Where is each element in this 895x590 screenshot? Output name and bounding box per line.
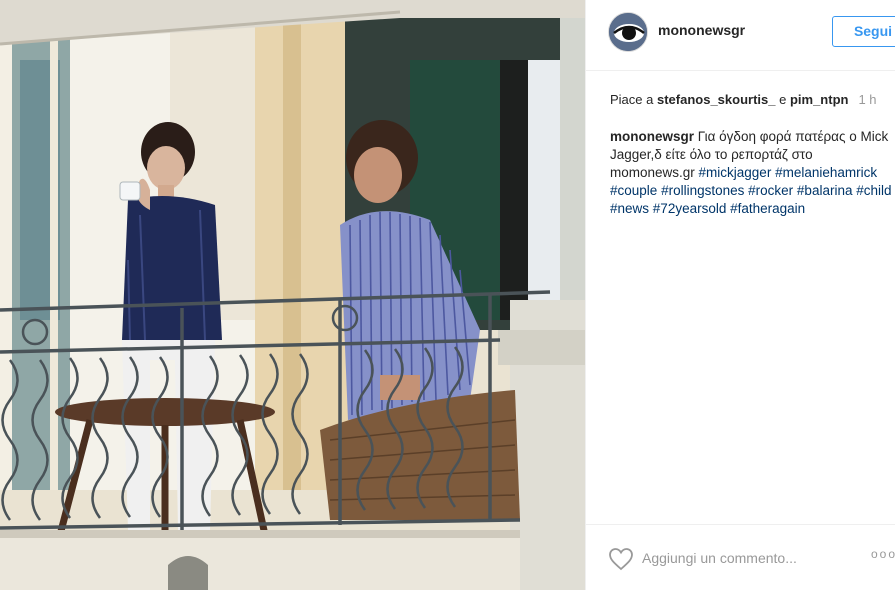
comment-input[interactable] xyxy=(642,548,842,568)
eye-logo-icon xyxy=(609,13,647,51)
post-photo[interactable] xyxy=(0,0,585,590)
balcony-photo xyxy=(0,0,585,590)
hashtag-link[interactable]: #child xyxy=(856,183,891,198)
hashtag-link[interactable]: #melaniehamrick xyxy=(775,165,877,180)
liker-link-1[interactable]: stefanos_skourtis_ xyxy=(657,92,776,107)
caption-author-link[interactable]: mononewsgr xyxy=(610,129,694,144)
hashtag-link[interactable]: #couple xyxy=(610,183,657,198)
liker-link-2[interactable]: pim_ntpn xyxy=(790,92,849,107)
post-header: mononewsgr Segui xyxy=(586,0,895,71)
avatar[interactable] xyxy=(608,12,648,52)
hashtag-link[interactable]: #rocker xyxy=(748,183,793,198)
post-side-panel: mononewsgr Segui Piace a stefanos_skourt… xyxy=(585,0,895,590)
likes-conjunction: e xyxy=(775,92,790,107)
hashtag-link[interactable]: #news xyxy=(610,201,649,216)
follow-button[interactable]: Segui xyxy=(832,16,895,47)
hashtag-link[interactable]: #72yearsold xyxy=(653,201,727,216)
more-options-icon[interactable]: ooo xyxy=(871,547,895,561)
heart-outline-icon[interactable] xyxy=(608,547,634,571)
hashtag-link[interactable]: #fatheragain xyxy=(730,201,805,216)
hashtag-link[interactable]: #mickjagger xyxy=(699,165,772,180)
hashtag-link[interactable]: #balarina xyxy=(797,183,853,198)
username-link[interactable]: mononewsgr xyxy=(658,22,745,38)
likes-line: Piace a stefanos_skourtis_ e pim_ntpn 1 h xyxy=(610,92,895,107)
timestamp[interactable]: 1 h xyxy=(858,92,876,107)
post-caption: mononewsgr Για όγδοη φορά πατέρας ο Mick… xyxy=(610,128,892,218)
likes-prefix: Piace a xyxy=(610,92,657,107)
hashtag-link[interactable]: #rollingstones xyxy=(661,183,744,198)
comment-bar: ooo xyxy=(586,524,895,590)
